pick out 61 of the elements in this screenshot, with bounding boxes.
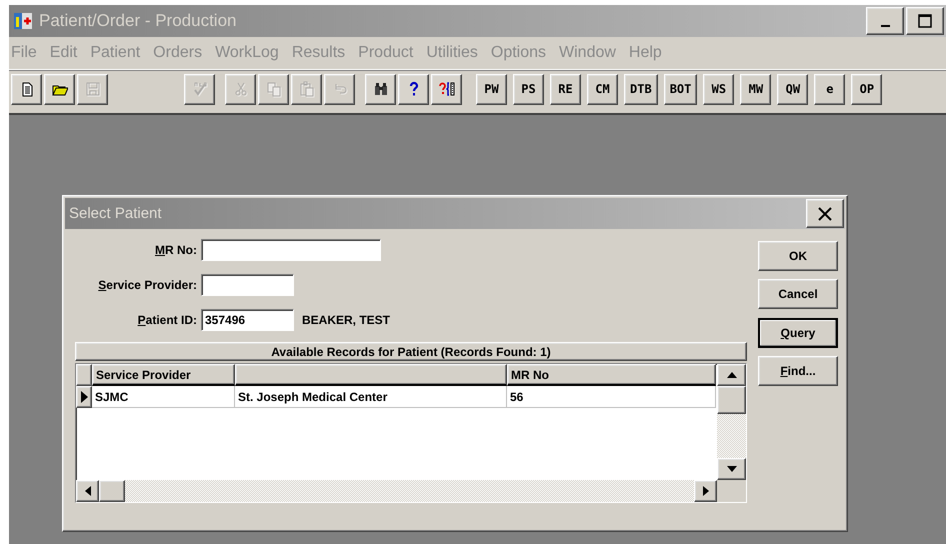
find-button[interactable] <box>365 74 396 104</box>
toolbar-button[interactable]: DTB <box>624 74 658 104</box>
toolbar-button[interactable]: PW <box>476 74 507 104</box>
toolbar-button[interactable]: e <box>814 74 846 104</box>
toolbar-button[interactable]: RE <box>550 74 581 104</box>
dialog-button[interactable]: Query <box>758 318 838 348</box>
binoculars-icon <box>372 81 388 97</box>
scroll-right-button[interactable] <box>694 480 717 502</box>
dialog-title: Select Patient <box>69 205 162 222</box>
maximize-button[interactable] <box>906 7 944 35</box>
spellcheck-icon <box>192 81 208 97</box>
dialog-button[interactable]: Cancel <box>758 279 838 309</box>
close-button[interactable] <box>806 199 844 228</box>
toolbar-button[interactable]: BOT <box>664 74 698 104</box>
toolbar-button[interactable]: WS <box>703 74 734 104</box>
scrollbar-corner <box>717 480 746 502</box>
scroll-left-button[interactable] <box>76 480 99 502</box>
input-field[interactable] <box>201 274 294 296</box>
toolbar-button[interactable]: MW <box>740 74 772 104</box>
table-cell: St. Joseph Medical Center <box>235 386 507 408</box>
up-arrow-icon <box>726 372 736 378</box>
input-field[interactable]: 357496 <box>201 309 294 331</box>
app-icon <box>13 11 33 31</box>
field-label: Service Provider: <box>97 278 198 292</box>
maximize-icon <box>918 14 932 28</box>
patient-name: BEAKER, TEST <box>302 313 390 327</box>
minimize-icon <box>880 25 890 27</box>
dialog-button[interactable]: Find... <box>758 356 838 386</box>
open-button[interactable] <box>44 74 75 104</box>
copy-icon <box>266 81 282 97</box>
minimize-button[interactable] <box>866 7 904 35</box>
close-icon <box>816 204 834 222</box>
field-label: MR No: <box>154 243 198 257</box>
scroll-thumb[interactable] <box>717 386 746 414</box>
scroll-up-button[interactable] <box>717 364 746 386</box>
context-help-button[interactable] <box>431 74 462 104</box>
context-help-icon <box>438 81 454 97</box>
scroll-down-button[interactable] <box>717 458 746 480</box>
column-header[interactable]: Service Provider <box>92 364 235 386</box>
field-label: Patient ID: <box>136 313 198 327</box>
scissors-icon <box>232 81 248 97</box>
toolbar-button[interactable]: OP <box>851 74 882 104</box>
scroll-thumb[interactable] <box>99 480 125 502</box>
toolbar-button[interactable]: CM <box>587 74 618 104</box>
input-field[interactable] <box>201 239 381 261</box>
dialog-button[interactable]: OK <box>758 241 838 271</box>
left-arrow-icon <box>84 486 90 496</box>
table-cell: SJMC <box>92 386 235 408</box>
table-cell: 56 <box>507 386 716 408</box>
row-indicator[interactable] <box>76 386 92 408</box>
column-header[interactable]: MR No <box>507 364 716 386</box>
grid-caption: Available Records for Patient (Records Found: 1) <box>75 342 747 361</box>
column-header[interactable] <box>235 364 507 386</box>
clipboard-icon <box>298 81 314 97</box>
help-button[interactable] <box>398 74 429 104</box>
right-arrow-icon <box>702 486 708 496</box>
down-arrow-icon <box>726 466 736 472</box>
toolbar-button[interactable]: QW <box>777 74 808 104</box>
window-title: Patient/Order - Production <box>39 11 236 31</box>
toolbar-button[interactable]: PS <box>513 74 544 104</box>
new-button[interactable] <box>11 74 42 104</box>
